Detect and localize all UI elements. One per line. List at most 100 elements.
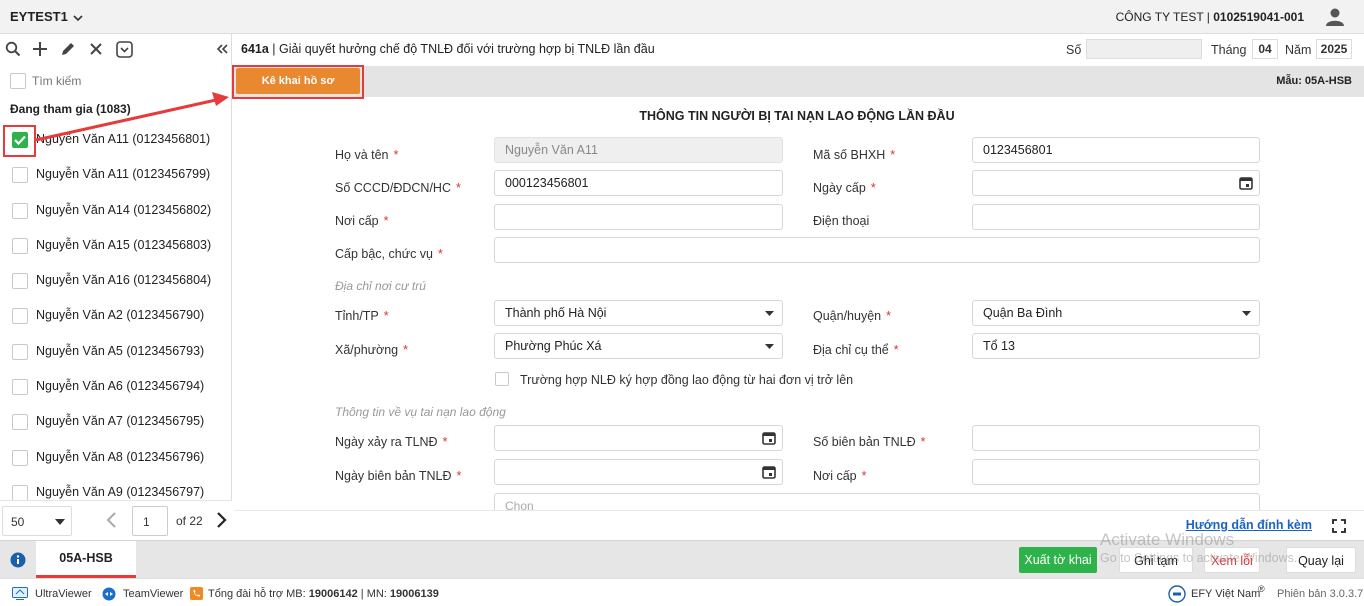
label-cccd: Số CCCD/ĐDCN/HC *: [335, 181, 461, 195]
pencil-icon: [62, 43, 74, 55]
multi-employer-checkbox[interactable]: [495, 372, 509, 386]
view-errors-button[interactable]: Xem lỗi: [1204, 547, 1260, 573]
ngay-bien-ban-input[interactable]: [494, 459, 783, 485]
dia-chi-input[interactable]: Tổ 13: [972, 333, 1260, 359]
label-ma-bhxh: Mã số BHXH *: [813, 148, 896, 162]
item-checkbox[interactable]: [12, 379, 28, 395]
caret-down-icon: [765, 344, 774, 349]
search-input[interactable]: [32, 70, 218, 92]
item-label: Nguyễn Văn A14 (0123456802): [36, 203, 212, 217]
form-tab-05a[interactable]: 05A-HSB: [36, 541, 136, 578]
version-label: Phiên bản 3.0.3.7: [1277, 588, 1364, 600]
delete-button[interactable]: [87, 40, 105, 58]
list-item[interactable]: Nguyễn Văn A9 (0123456797): [0, 478, 232, 500]
chevron-right-icon[interactable]: [215, 511, 229, 529]
ultraviewer-link[interactable]: UltraViewer: [35, 588, 92, 600]
item-checkbox[interactable]: [12, 238, 28, 254]
item-checkbox[interactable]: [12, 450, 28, 466]
item-checkbox[interactable]: [12, 203, 28, 219]
item-checkbox[interactable]: [12, 308, 28, 324]
label-ngay-xay-ra: Ngày xảy ra TLNĐ *: [335, 435, 448, 449]
page-size-select[interactable]: 50: [2, 506, 72, 536]
calendar-icon[interactable]: [1239, 176, 1253, 190]
thang-input[interactable]: 04: [1252, 39, 1278, 59]
form-template-label: Mẫu: 05A-HSB: [1276, 75, 1352, 87]
dien-thoai-input[interactable]: [972, 204, 1260, 230]
label-tinh: Tỉnh/TP *: [335, 309, 389, 323]
tenant-switcher[interactable]: EYTEST1: [10, 9, 83, 24]
item-label: Nguyễn Văn A6 (0123456794): [36, 379, 205, 393]
search-icon: [5, 41, 21, 57]
form-tab-bar: Kê khai hồ sơ Mẫu: 05A-HSB: [234, 66, 1364, 97]
item-label: Nguyễn Văn A2 (0123456790): [36, 308, 205, 322]
noi-cap-input[interactable]: [494, 204, 783, 230]
tinh-select[interactable]: Thành phố Hà Nội: [494, 300, 783, 326]
label-xa: Xã/phường *: [335, 343, 409, 357]
noi-cap-2-input[interactable]: [972, 459, 1260, 485]
page-number-input[interactable]: 1: [132, 506, 168, 536]
list-item[interactable]: Nguyễn Văn A2 (0123456790): [0, 301, 232, 331]
info-icon[interactable]: [10, 552, 26, 568]
ultraviewer-icon[interactable]: [12, 587, 28, 600]
fullscreen-icon[interactable]: [1332, 519, 1346, 533]
group-label: Đang tham gia (1083): [10, 102, 131, 116]
item-label: Nguyễn Văn A16 (0123456804): [36, 273, 212, 287]
procedure-header: 641a | Giải quyết hưởng chế độ TNLĐ đối …: [234, 34, 1364, 66]
user-icon[interactable]: [1324, 6, 1346, 28]
item-checkbox[interactable]: [12, 344, 28, 360]
list-item[interactable]: Nguyễn Văn A15 (0123456803): [0, 231, 232, 261]
footer: UltraViewer TeamViewer Tổng đài hỗ trợ M…: [0, 578, 1364, 606]
hotline: Tổng đài hỗ trợ MB: 19006142 | MN: 19006…: [208, 588, 439, 600]
sidebar-pager: 50 1 of 22: [0, 500, 232, 540]
chevron-left-icon[interactable]: [104, 511, 118, 529]
item-checkbox[interactable]: [12, 273, 28, 289]
so-input[interactable]: [1086, 39, 1202, 59]
item-checkbox[interactable]: [12, 167, 28, 183]
list-item[interactable]: Nguyễn Văn A7 (0123456795): [0, 407, 232, 437]
list-item[interactable]: Nguyễn Văn A8 (0123456796): [0, 443, 232, 473]
xa-select[interactable]: Phường Phúc Xá: [494, 333, 783, 359]
list-item[interactable]: Nguyễn Văn A6 (0123456794): [0, 372, 232, 402]
list-item[interactable]: Nguyễn Văn A5 (0123456793): [0, 337, 232, 367]
calendar-icon[interactable]: [762, 465, 776, 479]
item-label: Nguyễn Văn A7 (0123456795): [36, 414, 205, 428]
back-button[interactable]: Quay lại: [1286, 547, 1356, 573]
ngay-xay-ra-input[interactable]: [494, 425, 783, 451]
list-item[interactable]: Nguyễn Văn A11 (0123456799): [0, 160, 232, 190]
company-info: CÔNG TY TEST | 0102519041-001: [1115, 10, 1304, 24]
save-draft-button[interactable]: Ghi tạm: [1119, 547, 1193, 573]
teamviewer-icon[interactable]: [102, 587, 116, 601]
nam-input[interactable]: 2025: [1316, 39, 1352, 59]
label-ho-ten: Họ và tên *: [335, 148, 399, 162]
caret-down-icon: [1242, 311, 1251, 316]
item-label: Nguyễn Văn A11 (0123456801): [36, 132, 211, 146]
action-bar: 05A-HSB Xuất tờ khai Ghi tạm Xem lỗi Qua…: [0, 540, 1364, 578]
item-checkbox[interactable]: [12, 485, 28, 500]
add-button[interactable]: [31, 40, 49, 58]
collapse-sidebar-button[interactable]: [213, 40, 231, 58]
label-so-bien-ban: Số biên bản TNLĐ *: [813, 435, 926, 449]
ho-ten-input[interactable]: Nguyễn Văn A11: [494, 137, 783, 163]
teamviewer-link[interactable]: TeamViewer: [123, 588, 183, 600]
calendar-icon[interactable]: [762, 431, 776, 445]
select-button[interactable]: [115, 40, 133, 58]
registered-mark: ®: [1258, 584, 1265, 594]
label-ngay-cap: Ngày cấp *: [813, 181, 876, 195]
ma-bhxh-input[interactable]: 0123456801: [972, 137, 1260, 163]
export-button[interactable]: Xuất tờ khai: [1019, 547, 1097, 573]
ngay-cap-input[interactable]: [972, 170, 1260, 196]
cap-bac-input[interactable]: [494, 237, 1260, 263]
quan-select[interactable]: Quận Ba Đình: [972, 300, 1260, 326]
company-code: 0102519041-001: [1213, 10, 1304, 24]
select-all-checkbox[interactable]: [10, 73, 26, 89]
attachment-guide-link[interactable]: Hướng dẫn đính kèm: [1186, 518, 1312, 532]
chevron-down-icon: [73, 14, 83, 21]
cccd-input[interactable]: 000123456801: [494, 170, 783, 196]
list-item[interactable]: Nguyễn Văn A16 (0123456804): [0, 266, 232, 296]
chon-select[interactable]: Chọn: [494, 493, 1260, 510]
edit-button[interactable]: [59, 40, 77, 58]
item-checkbox[interactable]: [12, 414, 28, 430]
so-bien-ban-input[interactable]: [972, 425, 1260, 451]
list-item[interactable]: Nguyễn Văn A14 (0123456802): [0, 196, 232, 226]
search-button[interactable]: [4, 40, 22, 58]
